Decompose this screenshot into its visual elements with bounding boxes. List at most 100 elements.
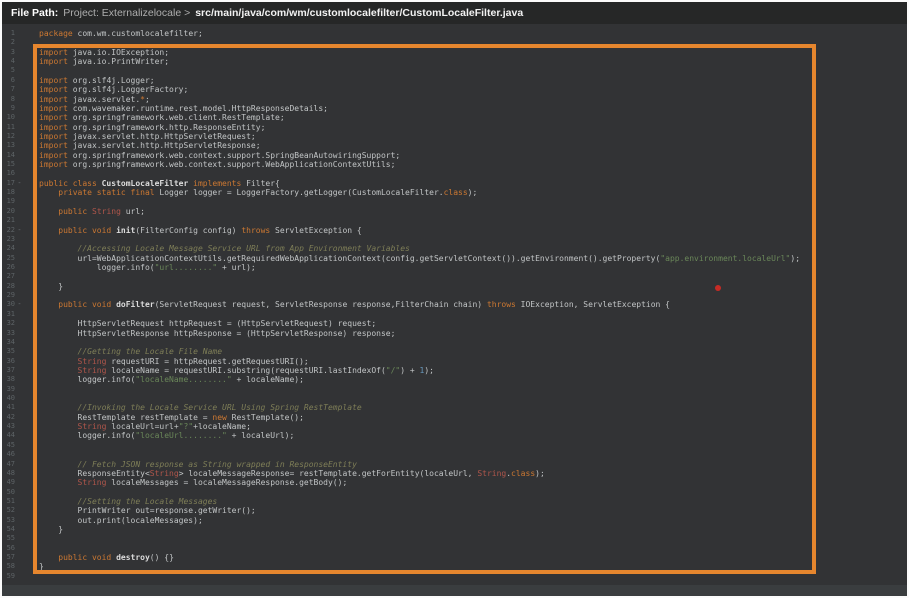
code-line[interactable]: 50 xyxy=(2,488,907,497)
code-line[interactable]: 35 //Getting the Locale File Name xyxy=(2,347,907,356)
line-number[interactable]: 45 xyxy=(2,441,15,450)
code-line[interactable]: 24 //Accessing Locale Message Service UR… xyxy=(2,244,907,253)
code-line[interactable]: 58} xyxy=(2,562,907,571)
line-number[interactable]: 51 xyxy=(2,497,15,506)
code-line[interactable]: 46 xyxy=(2,450,907,459)
line-number[interactable]: 11 xyxy=(2,123,15,132)
code-line[interactable]: 6import org.slf4j.Logger; xyxy=(2,76,907,85)
code-line[interactable]: 39 xyxy=(2,385,907,394)
code-line[interactable]: 5 xyxy=(2,66,907,75)
code-line[interactable]: 11import org.springframework.http.Respon… xyxy=(2,123,907,132)
line-number[interactable]: 44 xyxy=(2,431,15,440)
code-line[interactable]: 37 String localeName = requestURI.substr… xyxy=(2,366,907,375)
line-number[interactable]: 41 xyxy=(2,403,15,412)
line-number[interactable]: 10 xyxy=(2,113,15,122)
line-number[interactable]: 30 xyxy=(2,300,15,309)
line-number[interactable]: 21 xyxy=(2,216,15,225)
fold-marker-icon[interactable]: - xyxy=(15,300,24,309)
line-number[interactable]: 6 xyxy=(2,76,15,85)
code-line[interactable]: 53 out.print(localeMessages); xyxy=(2,516,907,525)
code-line[interactable]: 17-public class CustomLocaleFilter imple… xyxy=(2,179,907,188)
code-line[interactable]: 31 xyxy=(2,310,907,319)
line-number[interactable]: 1 xyxy=(2,29,15,38)
line-number[interactable]: 25 xyxy=(2,254,15,263)
code-line[interactable]: 48 ResponseEntity<String> localeMessageR… xyxy=(2,469,907,478)
line-number[interactable]: 52 xyxy=(2,506,15,515)
code-line[interactable]: 30- public void doFilter(ServletRequest … xyxy=(2,300,907,309)
line-number[interactable]: 56 xyxy=(2,544,15,553)
code-line[interactable]: 52 PrintWriter out=response.getWriter(); xyxy=(2,506,907,515)
code-line[interactable]: 26 logger.info("url........" + url); xyxy=(2,263,907,272)
line-number[interactable]: 50 xyxy=(2,488,15,497)
line-number[interactable]: 39 xyxy=(2,385,15,394)
code-line[interactable]: 13import javax.servlet.http.HttpServletR… xyxy=(2,141,907,150)
code-line[interactable]: 42 RestTemplate restTemplate = new RestT… xyxy=(2,413,907,422)
line-number[interactable]: 7 xyxy=(2,85,15,94)
code-line[interactable]: 10import org.springframework.web.client.… xyxy=(2,113,907,122)
line-number[interactable]: 42 xyxy=(2,413,15,422)
line-number[interactable]: 46 xyxy=(2,450,15,459)
line-number[interactable]: 23 xyxy=(2,235,15,244)
code-line[interactable]: 57 public void destroy() {} xyxy=(2,553,907,562)
code-line[interactable]: 23 xyxy=(2,235,907,244)
code-line[interactable]: 34 xyxy=(2,338,907,347)
line-number[interactable]: 40 xyxy=(2,394,15,403)
line-number[interactable]: 8 xyxy=(2,95,15,104)
code-line[interactable]: 51 //Setting the Locale Messages xyxy=(2,497,907,506)
code-line[interactable]: 18 private static final Logger logger = … xyxy=(2,188,907,197)
code-line[interactable]: 22- public void init(FilterConfig config… xyxy=(2,226,907,235)
line-number[interactable]: 35 xyxy=(2,347,15,356)
code-line[interactable]: 15import org.springframework.web.context… xyxy=(2,160,907,169)
line-number[interactable]: 14 xyxy=(2,151,15,160)
code-line[interactable]: 4import java.io.PrintWriter; xyxy=(2,57,907,66)
line-number[interactable]: 19 xyxy=(2,197,15,206)
code-line[interactable]: 33 HttpServletResponse httpResponse = (H… xyxy=(2,329,907,338)
code-line[interactable]: 27 xyxy=(2,272,907,281)
line-number[interactable]: 34 xyxy=(2,338,15,347)
line-number[interactable]: 55 xyxy=(2,534,15,543)
line-number[interactable]: 3 xyxy=(2,48,15,57)
line-number[interactable]: 49 xyxy=(2,478,15,487)
line-number[interactable]: 4 xyxy=(2,57,15,66)
line-number[interactable]: 47 xyxy=(2,460,15,469)
code-line[interactable]: 16 xyxy=(2,169,907,178)
line-number[interactable]: 5 xyxy=(2,66,15,75)
line-number[interactable]: 22 xyxy=(2,226,15,235)
code-line[interactable]: 49 String localeMessages = localeMessage… xyxy=(2,478,907,487)
code-line[interactable]: 44 logger.info("localeUrl........" + loc… xyxy=(2,431,907,440)
line-number[interactable]: 43 xyxy=(2,422,15,431)
code-line[interactable]: 8import javax.servlet.*; xyxy=(2,95,907,104)
line-number[interactable]: 36 xyxy=(2,357,15,366)
fold-marker-icon[interactable]: - xyxy=(15,226,24,235)
code-line[interactable]: 14import org.springframework.web.context… xyxy=(2,151,907,160)
code-line[interactable]: 32 HttpServletRequest httpRequest = (Htt… xyxy=(2,319,907,328)
code-line[interactable]: 47 // Fetch JSON response as String wrap… xyxy=(2,460,907,469)
line-number[interactable]: 18 xyxy=(2,188,15,197)
line-number[interactable]: 53 xyxy=(2,516,15,525)
line-number[interactable]: 28 xyxy=(2,282,15,291)
code-line[interactable]: 21 xyxy=(2,216,907,225)
line-number[interactable]: 26 xyxy=(2,263,15,272)
line-number[interactable]: 27 xyxy=(2,272,15,281)
code-line[interactable]: 25 url=WebApplicationContextUtils.getReq… xyxy=(2,254,907,263)
code-line[interactable]: 20 public String url; xyxy=(2,207,907,216)
line-number[interactable]: 24 xyxy=(2,244,15,253)
line-number[interactable]: 17 xyxy=(2,179,15,188)
code-line[interactable]: 41 //Invoking the Locale Service URL Usi… xyxy=(2,403,907,412)
line-number[interactable]: 9 xyxy=(2,104,15,113)
line-number[interactable]: 29 xyxy=(2,291,15,300)
code-line[interactable]: 12import javax.servlet.http.HttpServletR… xyxy=(2,132,907,141)
code-line[interactable]: 59 xyxy=(2,572,907,581)
line-number[interactable]: 37 xyxy=(2,366,15,375)
line-number[interactable]: 48 xyxy=(2,469,15,478)
line-number[interactable]: 54 xyxy=(2,525,15,534)
line-number[interactable]: 58 xyxy=(2,562,15,571)
line-number[interactable]: 59 xyxy=(2,572,15,581)
code-line[interactable]: 7import org.slf4j.LoggerFactory; xyxy=(2,85,907,94)
line-number[interactable]: 20 xyxy=(2,207,15,216)
code-line[interactable]: 3import java.io.IOException; xyxy=(2,48,907,57)
code-editor[interactable]: 1package com.wm.customlocalefilter;23imp… xyxy=(2,24,907,585)
code-line[interactable]: 28 } xyxy=(2,282,907,291)
line-number[interactable]: 57 xyxy=(2,553,15,562)
code-line[interactable]: 2 xyxy=(2,38,907,47)
